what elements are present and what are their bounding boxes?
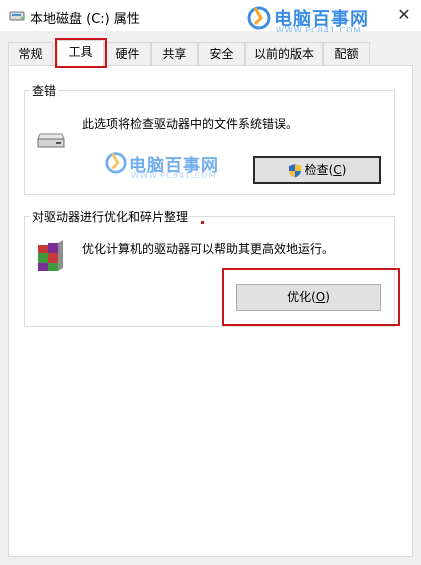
error-check-group-title: 查错 — [30, 82, 59, 99]
tab-sharing[interactable]: 共享 — [151, 42, 198, 66]
check-button-label: 检查( — [304, 163, 334, 177]
tab-label: 安全 — [209, 47, 234, 61]
check-button-label-end: ) — [341, 163, 347, 177]
tab-general[interactable]: 常规 — [8, 42, 53, 66]
optimize-group-title: 对驱动器进行优化和碎片整理 — [30, 208, 191, 225]
close-icon: ✕ — [397, 5, 411, 24]
optimize-button-accesskey: O — [315, 290, 326, 304]
close-button[interactable]: ✕ — [393, 4, 415, 26]
window-title: 本地磁盘 (C:) 属性 — [30, 12, 140, 27]
optimize-description: 优化计算机的驱动器可以帮助其更高效地运行。 — [82, 242, 335, 256]
tab-quota[interactable]: 配额 — [323, 42, 370, 66]
tab-label: 配额 — [334, 47, 359, 61]
drive-icon — [9, 11, 25, 21]
optimize-button-label: 优化( — [287, 290, 316, 304]
optimize-button[interactable]: 优化(O) — [236, 284, 381, 311]
defrag-icon — [38, 240, 63, 271]
tab-previous-versions[interactable]: 以前的版本 — [245, 42, 323, 66]
tab-label: 以前的版本 — [253, 47, 314, 61]
tab-hardware[interactable]: 硬件 — [104, 42, 151, 66]
tab-label: 常规 — [18, 47, 43, 61]
tab-tools[interactable]: 工具 — [57, 40, 104, 67]
check-button-accesskey: C — [333, 163, 342, 177]
tab-strip: 常规 工具 硬件 共享 安全 以前的版本 配额 — [8, 40, 413, 67]
optimize-button-label-end: ) — [325, 290, 330, 304]
check-button[interactable]: 检查(C) — [253, 156, 381, 184]
watermark-top: 电脑百事网 WWW.PC841.COM — [246, 4, 396, 35]
watermark-url: WWW.PC841.COM — [131, 171, 217, 180]
tab-label: 硬件 — [115, 47, 140, 61]
error-check-description: 此选项将检查驱动器中的文件系统错误。 — [82, 117, 299, 131]
watermark-logo-icon — [247, 6, 271, 30]
red-marker-dot — [201, 221, 204, 224]
watermark-middle: 电脑百事网 WWW.PC841.COM — [104, 150, 244, 184]
tab-security[interactable]: 安全 — [198, 42, 245, 66]
drive-icon — [37, 133, 65, 148]
uac-shield-icon — [288, 164, 301, 178]
watermark-logo-icon — [105, 152, 127, 174]
tab-label: 工具 — [68, 45, 93, 59]
tab-label: 共享 — [162, 47, 187, 61]
